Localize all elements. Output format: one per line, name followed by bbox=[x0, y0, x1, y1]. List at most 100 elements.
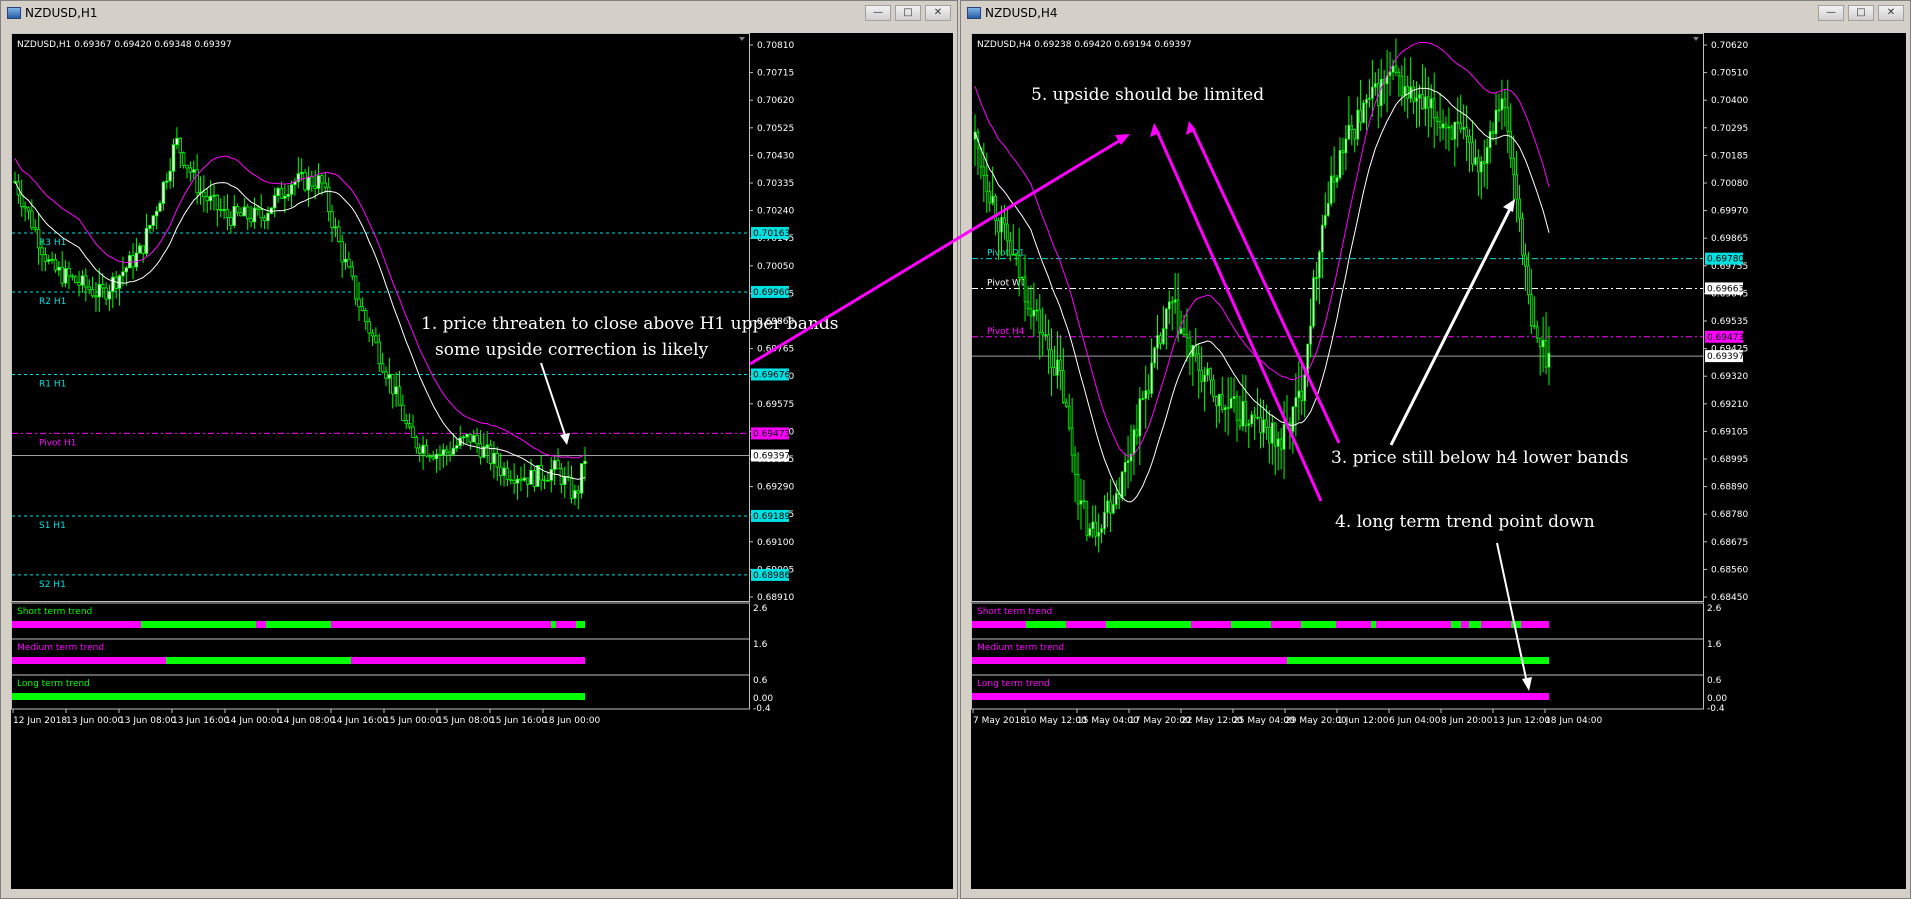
trend-segment bbox=[1301, 621, 1336, 628]
bear-candle bbox=[195, 169, 199, 194]
bear-candle bbox=[1047, 334, 1050, 351]
bull-candle bbox=[1276, 438, 1280, 447]
bear-candle bbox=[1279, 438, 1283, 450]
bull-candle bbox=[515, 478, 520, 484]
bull-candle bbox=[536, 464, 540, 487]
bull-candle bbox=[1453, 121, 1457, 140]
bull-candle bbox=[343, 258, 348, 263]
bull-candle bbox=[1356, 109, 1359, 140]
maximize-button[interactable]: □ bbox=[1848, 5, 1874, 21]
price-scale-label: 0.69970 bbox=[1711, 207, 1748, 217]
price-chart[interactable]: NZDUSD,H4 0.69238 0.69420 0.69194 0.6939… bbox=[971, 33, 1906, 889]
window-titlebar[interactable]: NZDUSD,H1 — □ ✕ bbox=[1, 1, 957, 25]
bear-candle bbox=[1450, 126, 1454, 140]
bear-candle bbox=[1059, 359, 1062, 371]
trend-segment bbox=[1271, 621, 1301, 628]
bear-candle bbox=[994, 195, 997, 221]
trend-segment bbox=[166, 657, 351, 664]
bull-candle bbox=[1418, 94, 1421, 99]
bear-candle bbox=[249, 218, 253, 223]
bear-candle bbox=[1200, 369, 1203, 382]
close-button[interactable]: ✕ bbox=[925, 5, 951, 21]
bear-candle bbox=[397, 386, 402, 406]
bull-candle bbox=[583, 460, 587, 465]
price-chart[interactable]: NZDUSD,H1 0.69367 0.69420 0.69348 0.6939… bbox=[11, 33, 953, 889]
bear-candle bbox=[1506, 107, 1510, 133]
bear-candle bbox=[1094, 521, 1097, 537]
bear-candle bbox=[1432, 98, 1436, 119]
bull-candle bbox=[175, 137, 179, 146]
level-price-tag-label: 0.69189 bbox=[753, 512, 790, 522]
bull-candle bbox=[465, 433, 469, 438]
bull-candle bbox=[1206, 368, 1209, 376]
trend-segment bbox=[1336, 621, 1371, 628]
shift-marker-icon bbox=[1693, 37, 1699, 41]
bottom-scale-label: -0.4 bbox=[1707, 704, 1725, 714]
level-price-tag-label: 0.70163 bbox=[753, 229, 790, 239]
bear-candle bbox=[1159, 335, 1162, 344]
trend-segment bbox=[1191, 621, 1231, 628]
maximize-button[interactable]: □ bbox=[895, 5, 921, 21]
trend-segment bbox=[1026, 621, 1066, 628]
level-label: R1 H1 bbox=[39, 379, 66, 389]
bear-candle bbox=[74, 276, 78, 284]
bear-candle bbox=[259, 209, 263, 219]
window-title: NZDUSD,H1 bbox=[25, 6, 98, 20]
bull-candle bbox=[1020, 276, 1024, 279]
level-price-tag-label: 0.69473 bbox=[753, 429, 790, 439]
time-axis-label: 13 Jun 00:00 bbox=[66, 716, 123, 726]
bear-candle bbox=[380, 363, 385, 373]
time-axis-label: 14 Jun 00:00 bbox=[225, 716, 282, 726]
time-axis-label: 18 Jun 00:00 bbox=[543, 716, 600, 726]
price-scale-label: 0.70240 bbox=[757, 207, 794, 217]
bear-candle bbox=[505, 467, 510, 480]
bull-candle bbox=[1494, 109, 1498, 135]
bull-candle bbox=[57, 266, 61, 271]
bull-candle bbox=[1097, 532, 1100, 537]
bull-candle bbox=[573, 490, 577, 499]
bear-candle bbox=[1215, 396, 1218, 407]
bull-candle bbox=[1271, 422, 1274, 444]
trend-panel-label: Short term trend bbox=[977, 607, 1052, 617]
bull-candle bbox=[1291, 406, 1295, 432]
bull-candle bbox=[1167, 301, 1171, 310]
bull-candle bbox=[1474, 157, 1477, 165]
level-price-tag-label: 0.69473 bbox=[1707, 333, 1744, 343]
chart-window-h4[interactable]: NZDUSD,H4 — □ ✕ NZDUSD,H4 0.69238 0.6942… bbox=[960, 0, 1911, 899]
bear-candle bbox=[414, 436, 419, 449]
price-scale-label: 0.70295 bbox=[1711, 124, 1748, 134]
bear-candle bbox=[131, 255, 135, 268]
bear-candle bbox=[1006, 223, 1009, 242]
bear-candle bbox=[1353, 129, 1357, 140]
bottom-scale-label: 0.00 bbox=[1707, 694, 1727, 704]
bear-candle bbox=[1085, 501, 1089, 536]
bull-candle bbox=[1321, 224, 1324, 253]
chart-area[interactable]: NZDUSD,H1 0.69367 0.69420 0.69348 0.6939… bbox=[11, 33, 953, 889]
trend-segment bbox=[12, 693, 585, 700]
bear-candle bbox=[407, 423, 412, 428]
bull-candle bbox=[276, 188, 280, 196]
minimize-button[interactable]: — bbox=[1818, 5, 1844, 21]
bull-candle bbox=[168, 170, 172, 182]
bear-candle bbox=[431, 456, 435, 460]
bear-candle bbox=[1412, 86, 1415, 102]
level-label: Pivot H4 bbox=[987, 327, 1025, 337]
bull-candle bbox=[1541, 339, 1545, 348]
price-scale-label: 0.70400 bbox=[1711, 96, 1748, 106]
bear-candle bbox=[1459, 122, 1462, 130]
close-button[interactable]: ✕ bbox=[1878, 5, 1904, 21]
bull-candle bbox=[134, 252, 139, 268]
trend-panel-scale: 1.6 bbox=[1707, 640, 1722, 650]
bear-candle bbox=[94, 295, 98, 298]
bear-candle bbox=[1073, 454, 1077, 475]
bear-candle bbox=[1518, 198, 1521, 219]
bear-candle bbox=[1067, 405, 1071, 429]
chart-window-h1[interactable]: NZDUSD,H1 — □ ✕ NZDUSD,H1 0.69367 0.6942… bbox=[0, 0, 958, 899]
bull-candle bbox=[1232, 396, 1236, 399]
chart-area[interactable]: NZDUSD,H4 0.69238 0.69420 0.69194 0.6939… bbox=[971, 33, 1906, 889]
window-titlebar[interactable]: NZDUSD,H4 — □ ✕ bbox=[961, 1, 1910, 25]
bear-candle bbox=[370, 332, 375, 337]
bear-candle bbox=[303, 172, 307, 191]
bull-candle bbox=[63, 268, 68, 284]
minimize-button[interactable]: — bbox=[865, 5, 891, 21]
